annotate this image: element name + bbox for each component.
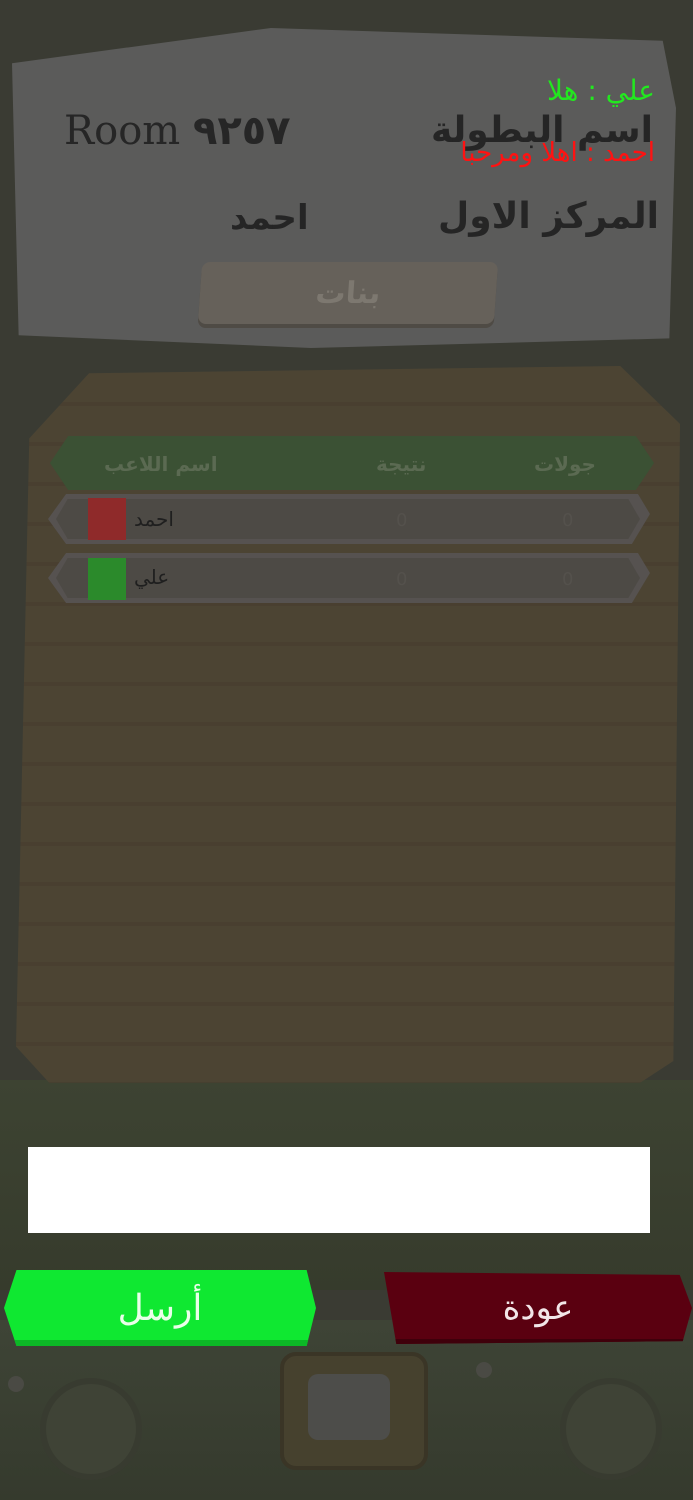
- player-color-swatch: [88, 498, 126, 540]
- background-bolt: [8, 1376, 24, 1392]
- background-tv: [280, 1352, 428, 1470]
- column-header-rounds: جولات: [534, 452, 596, 476]
- winner-player-name: احمد: [230, 198, 309, 238]
- send-button[interactable]: أرسل: [4, 1270, 316, 1346]
- background-wheel-right: [560, 1378, 662, 1480]
- category-button[interactable]: بنات: [197, 262, 499, 324]
- player-name-cell: علي: [134, 565, 170, 589]
- background-bolt: [476, 1362, 492, 1378]
- chat-message: علي : هلا: [546, 74, 655, 107]
- column-header-score: نتيجة: [376, 452, 427, 476]
- score-cell: 0: [396, 510, 408, 531]
- place-label: المركز الاول: [437, 196, 659, 237]
- column-header-player: اسم اللاعب: [104, 452, 218, 476]
- room-label: Room ٩٢٥٧: [64, 108, 291, 154]
- player-name-cell: احمد: [134, 507, 174, 531]
- rounds-cell: 0: [562, 569, 574, 590]
- chat-message: احمد : اهلا ومرحبا: [460, 138, 655, 168]
- player-color-swatch: [88, 558, 126, 600]
- chat-input[interactable]: [28, 1147, 650, 1233]
- score-cell: 0: [396, 569, 408, 590]
- rounds-cell: 0: [562, 510, 574, 531]
- room-word: Room: [64, 108, 181, 154]
- back-button[interactable]: عودة: [384, 1272, 692, 1344]
- room-number: ٩٢٥٧: [192, 108, 291, 154]
- background-wheel-left: [40, 1378, 142, 1480]
